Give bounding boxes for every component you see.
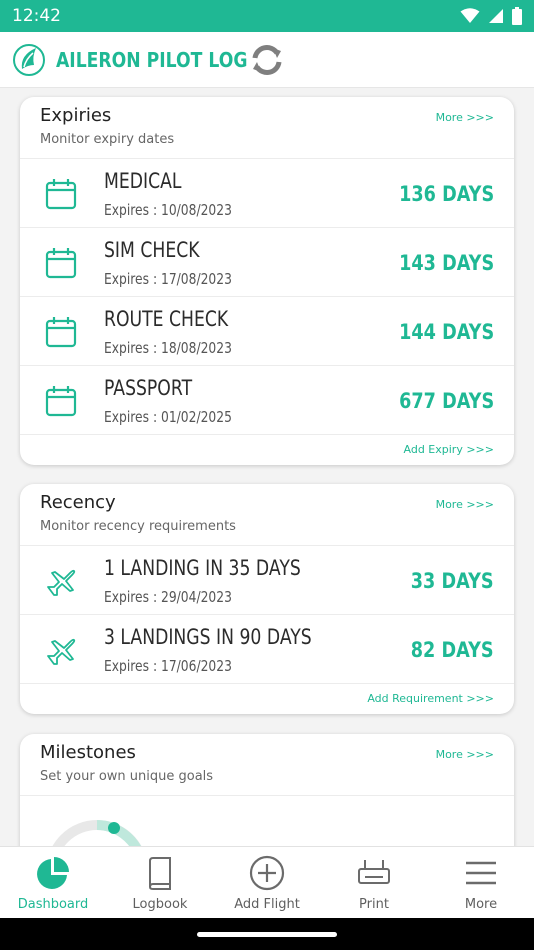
nav-label: Print xyxy=(359,897,389,912)
calendar-icon xyxy=(45,179,77,210)
system-nav-bar xyxy=(0,918,534,950)
calendar-icon xyxy=(45,248,77,279)
milestones-title: Milestones xyxy=(40,742,136,763)
printer-icon xyxy=(358,860,390,884)
dashboard-scroll[interactable]: Expiries Monitor expiry dates More >>> M… xyxy=(0,88,534,846)
expiry-row-medical[interactable]: MEDICAL Expires : 10/08/2023 136 DAYS xyxy=(20,159,514,228)
wifi-icon xyxy=(460,8,480,23)
expiry-days: 136 DAYS xyxy=(398,182,494,206)
recency-card: Recency Monitor recency requirements Mor… xyxy=(20,484,514,714)
wing-logo-icon xyxy=(13,43,45,76)
recency-date: Expires : 29/04/2023 xyxy=(104,588,232,606)
recency-days: 82 DAYS xyxy=(411,638,494,662)
recency-header: Recency Monitor recency requirements Mor… xyxy=(20,484,514,546)
airplane-icon xyxy=(47,569,76,596)
status-bar: 12:42 xyxy=(0,0,534,32)
milestones-card: Milestones Set your own unique goals Mor… xyxy=(20,734,514,846)
plus-circle-icon xyxy=(249,855,285,891)
nav-label: Logbook xyxy=(132,897,188,912)
add-expiry-link[interactable]: Add Expiry >>> xyxy=(404,443,494,456)
nav-dashboard[interactable]: Dashboard xyxy=(0,847,106,919)
milestones-header: Milestones Set your own unique goals Mor… xyxy=(20,734,514,796)
recency-title: Recency xyxy=(40,492,116,513)
expiry-row-sim-check[interactable]: SIM CHECK Expires : 17/08/2023 143 DAYS xyxy=(20,228,514,297)
expiries-card: Expiries Monitor expiry dates More >>> M… xyxy=(20,97,514,465)
expiry-date: Expires : 17/08/2023 xyxy=(104,270,232,288)
expiry-row-passport[interactable]: PASSPORT Expires : 01/02/2025 677 DAYS xyxy=(20,366,514,435)
nav-add-flight[interactable]: Add Flight xyxy=(214,847,320,919)
recency-row-3-landings[interactable]: 3 LANDINGS IN 90 DAYS Expires : 17/06/20… xyxy=(20,615,514,684)
progress-ring xyxy=(52,820,142,846)
expiry-date: Expires : 18/08/2023 xyxy=(104,339,232,357)
expiry-days: 144 DAYS xyxy=(398,320,494,344)
expiry-name: MEDICAL xyxy=(104,169,182,193)
status-icons xyxy=(460,7,522,25)
milestone-item[interactable] xyxy=(20,796,514,846)
nav-label: More xyxy=(464,897,498,912)
book-icon xyxy=(149,857,171,890)
recency-days: 33 DAYS xyxy=(411,569,494,593)
expiries-header: Expiries Monitor expiry dates More >>> xyxy=(20,97,514,159)
recency-subtitle: Monitor recency requirements xyxy=(40,519,236,534)
expiry-name: ROUTE CHECK xyxy=(104,307,229,331)
expiry-row-route-check[interactable]: ROUTE CHECK Expires : 18/08/2023 144 DAY… xyxy=(20,297,514,366)
home-gesture-handle[interactable] xyxy=(197,932,337,937)
expiry-date: Expires : 01/02/2025 xyxy=(104,408,232,426)
status-time: 12:42 xyxy=(12,6,61,26)
app-bar: AILERON PILOT LOG xyxy=(0,32,534,88)
recency-date: Expires : 17/06/2023 xyxy=(104,657,232,675)
recency-row-1-landing[interactable]: 1 LANDING IN 35 DAYS Expires : 29/04/202… xyxy=(20,546,514,615)
bottom-nav: Dashboard Logbook Add Flight Print More xyxy=(0,846,534,918)
signal-icon xyxy=(489,9,503,23)
nav-print[interactable]: Print xyxy=(321,847,427,919)
calendar-icon xyxy=(45,317,77,348)
recency-name: 1 LANDING IN 35 DAYS xyxy=(104,556,301,580)
milestones-more-link[interactable]: More >>> xyxy=(436,748,494,761)
battery-icon xyxy=(512,7,522,25)
nav-more[interactable]: More xyxy=(428,847,534,919)
expiry-date: Expires : 10/08/2023 xyxy=(104,201,232,219)
airplane-icon xyxy=(47,638,76,665)
expiry-days: 677 DAYS xyxy=(398,389,494,413)
recency-name: 3 LANDINGS IN 90 DAYS xyxy=(104,625,312,649)
recency-more-link[interactable]: More >>> xyxy=(436,498,494,511)
add-requirement-link[interactable]: Add Requirement >>> xyxy=(367,692,494,705)
expiry-name: SIM CHECK xyxy=(104,238,200,262)
expiries-more-link[interactable]: More >>> xyxy=(436,111,494,124)
nav-label: Add Flight xyxy=(234,897,300,912)
calendar-icon xyxy=(45,386,77,417)
expiry-name: PASSPORT xyxy=(104,376,193,400)
nav-label: Dashboard xyxy=(17,897,89,912)
nav-logbook[interactable]: Logbook xyxy=(107,847,213,919)
expiries-subtitle: Monitor expiry dates xyxy=(40,132,175,147)
expiries-footer: Add Expiry >>> xyxy=(20,435,514,465)
sync-icon[interactable] xyxy=(248,41,286,79)
recency-footer: Add Requirement >>> xyxy=(20,684,514,714)
pie-chart-icon xyxy=(37,857,69,889)
menu-icon xyxy=(466,861,496,885)
expiries-title: Expiries xyxy=(40,105,112,126)
app-title: AILERON PILOT LOG xyxy=(56,47,248,72)
expiry-days: 143 DAYS xyxy=(398,251,494,275)
milestones-subtitle: Set your own unique goals xyxy=(40,769,214,784)
